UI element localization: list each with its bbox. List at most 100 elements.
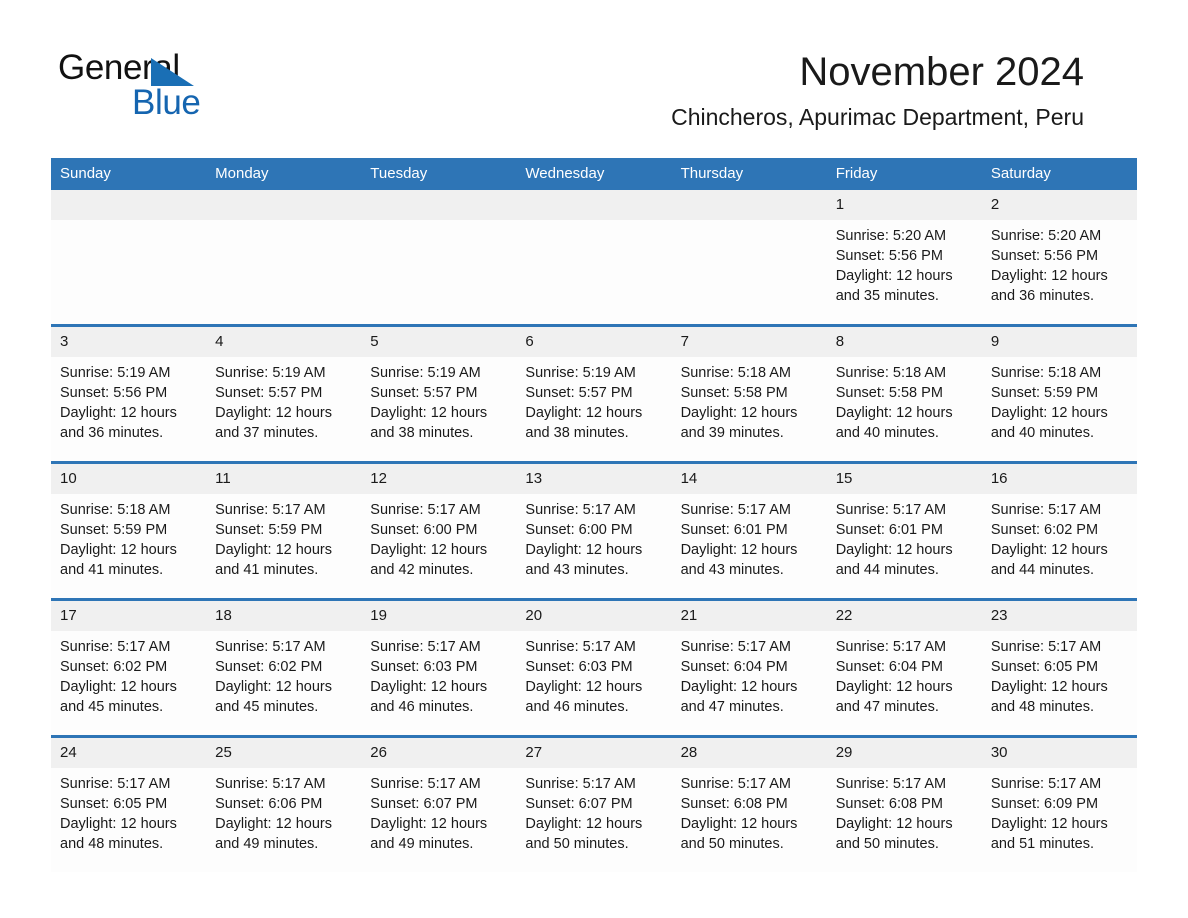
calendar-day-cell[interactable]: 10 Sunrise: 5:18 AM Sunset: 5:59 PM Dayligh… <box>51 461 207 600</box>
day-number: 17 <box>51 601 207 631</box>
calendar-day-cell[interactable]: 3 Sunrise: 5:19 AM Sunset: 5:56 PM Daylight… <box>51 324 207 463</box>
calendar-day-cell[interactable]: 6 Sunrise: 5:19 AM Sunset: 5:57 PM Daylight… <box>516 324 672 463</box>
day-info-line: and 41 minutes. <box>215 562 319 578</box>
weekday-header-thursday: Thursday <box>671 158 827 190</box>
calendar-day-cell[interactable]: 30 Sunrise: 5:17 AM Sunset: 6:09 PM Dayligh… <box>981 735 1137 872</box>
calendar-day-cell[interactable]: 8 Sunrise: 5:18 AM Sunset: 5:58 PM Daylight… <box>826 324 982 463</box>
day-info-line: Sunset: 5:59 PM <box>60 522 168 538</box>
day-info-line: and 41 minutes. <box>60 562 164 578</box>
day-info-line: Sunrise: 5:19 AM <box>60 365 171 381</box>
day-info-line: Daylight: 12 hours <box>990 268 1108 284</box>
day-info-line: Daylight: 12 hours <box>525 405 643 421</box>
day-info-line: Sunrise: 5:17 AM <box>525 639 636 655</box>
day-info-line: Sunrise: 5:17 AM <box>990 639 1102 655</box>
day-number: 1 <box>826 190 982 220</box>
calendar-day-cell[interactable]: 18 Sunrise: 5:17 AM Sunset: 6:02 PM Dayligh… <box>206 598 362 737</box>
calendar-day-cell[interactable]: 2 Sunrise: 5:20 AM Sunset: 5:56 PM Daylight… <box>981 190 1137 326</box>
day-info-line: and 37 minutes. <box>215 425 319 441</box>
day-cell-details: Sunrise: 5:18 AM Sunset: 5:58 PM Daylight:… <box>672 357 827 461</box>
day-info-line: Sunrise: 5:19 AM <box>370 365 481 381</box>
day-info-line: and 44 minutes. <box>835 562 939 578</box>
calendar-day-cell[interactable]: 15 Sunrise: 5:17 AM Sunset: 6:01 PM Dayligh… <box>826 461 982 600</box>
day-info-line: Sunrise: 5:19 AM <box>215 365 326 381</box>
day-info-line: Daylight: 12 hours <box>370 542 488 558</box>
day-cell-details <box>516 220 671 324</box>
day-info-line: and 35 minutes. <box>835 288 939 304</box>
calendar-day-cell[interactable]: 28 Sunrise: 5:17 AM Sunset: 6:08 PM Dayligh… <box>671 735 827 872</box>
day-cell-details: Sunrise: 5:17 AM Sunset: 6:03 PM Daylight:… <box>361 631 516 735</box>
day-info-line: and 48 minutes. <box>60 836 164 852</box>
day-cell-details <box>51 220 206 324</box>
calendar-day-cell[interactable]: 21 Sunrise: 5:17 AM Sunset: 6:04 PM Dayligh… <box>671 598 827 737</box>
day-number: 29 <box>826 738 982 768</box>
calendar-day-cell[interactable]: 5 Sunrise: 5:19 AM Sunset: 5:57 PM Daylight… <box>361 324 517 463</box>
day-info-line: Sunset: 6:04 PM <box>680 659 788 675</box>
calendar-day-cell[interactable]: 11 Sunrise: 5:17 AM Sunset: 5:59 PM Dayligh… <box>206 461 362 600</box>
day-info-line: Daylight: 12 hours <box>680 816 798 832</box>
day-info-line: Sunrise: 5:17 AM <box>215 776 326 792</box>
day-cell-details: Sunrise: 5:17 AM Sunset: 6:01 PM Daylight:… <box>672 494 827 598</box>
day-info-line: Daylight: 12 hours <box>835 679 953 695</box>
calendar-day-cell[interactable]: 1 Sunrise: 5:20 AM Sunset: 5:56 PM Daylight… <box>826 190 982 326</box>
calendar-day-cell[interactable]: 4 Sunrise: 5:19 AM Sunset: 5:57 PM Daylight… <box>206 324 362 463</box>
day-info-line: Sunrise: 5:17 AM <box>370 639 481 655</box>
calendar-page: General Blue November 2024 Chincheros, A… <box>0 0 1188 918</box>
day-info-line: Sunset: 6:09 PM <box>990 796 1099 812</box>
day-info-line: Sunrise: 5:17 AM <box>60 776 171 792</box>
day-info-line: Sunrise: 5:17 AM <box>835 776 947 792</box>
day-number: 27 <box>516 738 672 768</box>
day-number: 12 <box>361 464 517 494</box>
day-info-line: Sunrise: 5:17 AM <box>680 639 791 655</box>
day-info-line: Sunrise: 5:18 AM <box>60 502 171 518</box>
logo-text-general: General <box>58 48 180 87</box>
calendar-day-cell[interactable]: 13 Sunrise: 5:17 AM Sunset: 6:00 PM Dayligh… <box>516 461 672 600</box>
day-cell-details <box>361 220 516 324</box>
day-number: 23 <box>981 601 1137 631</box>
day-number: 18 <box>206 601 362 631</box>
calendar-day-cell[interactable]: 27 Sunrise: 5:17 AM Sunset: 6:07 PM Dayligh… <box>516 735 672 872</box>
calendar-day-cell[interactable]: 25 Sunrise: 5:17 AM Sunset: 6:06 PM Dayligh… <box>206 735 362 872</box>
day-cell-details: Sunrise: 5:18 AM Sunset: 5:59 PM Daylight:… <box>51 494 206 598</box>
calendar-day-cell[interactable]: 19 Sunrise: 5:17 AM Sunset: 6:03 PM Dayligh… <box>361 598 517 737</box>
calendar-day-cell[interactable]: 24 Sunrise: 5:17 AM Sunset: 6:05 PM Dayligh… <box>51 735 207 872</box>
day-info-line: Sunrise: 5:17 AM <box>525 502 636 518</box>
day-info-line: Daylight: 12 hours <box>835 405 953 421</box>
day-number: 15 <box>826 464 982 494</box>
day-info-line: and 42 minutes. <box>370 562 474 578</box>
calendar-day-cell[interactable]: 7 Sunrise: 5:18 AM Sunset: 5:58 PM Daylight… <box>671 324 827 463</box>
calendar-day-cell[interactable]: 26 Sunrise: 5:17 AM Sunset: 6:07 PM Dayligh… <box>361 735 517 872</box>
calendar-day-cell[interactable]: 12 Sunrise: 5:17 AM Sunset: 6:00 PM Dayligh… <box>361 461 517 600</box>
day-info-line: Daylight: 12 hours <box>60 405 177 421</box>
calendar-day-cell[interactable]: 16 Sunrise: 5:17 AM Sunset: 6:02 PM Dayligh… <box>981 461 1137 600</box>
calendar-day-cell[interactable]: 17 Sunrise: 5:17 AM Sunset: 6:02 PM Dayligh… <box>51 598 207 737</box>
day-info-line: and 43 minutes. <box>525 562 629 578</box>
day-cell-details: Sunrise: 5:17 AM Sunset: 6:04 PM Daylight:… <box>672 631 827 735</box>
day-info-line: Sunrise: 5:20 AM <box>835 228 947 244</box>
day-cell-details: Sunrise: 5:18 AM Sunset: 5:58 PM Daylight:… <box>827 357 982 461</box>
calendar-day-cell[interactable]: 22 Sunrise: 5:17 AM Sunset: 6:04 PM Dayligh… <box>826 598 982 737</box>
day-info-line: Sunrise: 5:17 AM <box>60 639 171 655</box>
calendar-day-cell[interactable]: 14 Sunrise: 5:17 AM Sunset: 6:01 PM Dayligh… <box>671 461 827 600</box>
day-cell-details: Sunrise: 5:17 AM Sunset: 6:06 PM Daylight:… <box>206 768 361 872</box>
day-info-line: Sunset: 5:59 PM <box>215 522 323 538</box>
weekday-header-wednesday: Wednesday <box>516 158 672 190</box>
day-cell-details: Sunrise: 5:17 AM Sunset: 5:59 PM Daylight:… <box>206 494 361 598</box>
day-cell-details: Sunrise: 5:20 AM Sunset: 5:56 PM Daylight:… <box>827 220 982 324</box>
day-info-line: Daylight: 12 hours <box>215 542 333 558</box>
day-info-line: Sunrise: 5:17 AM <box>370 776 481 792</box>
day-info-line: Sunset: 5:57 PM <box>215 385 323 401</box>
calendar-day-cell[interactable]: 29 Sunrise: 5:17 AM Sunset: 6:08 PM Dayligh… <box>826 735 982 872</box>
day-info-line: Sunrise: 5:18 AM <box>680 365 791 381</box>
calendar-empty-cell <box>206 190 362 326</box>
day-info-line: Sunset: 6:05 PM <box>990 659 1099 675</box>
calendar-day-cell[interactable]: 20 Sunrise: 5:17 AM Sunset: 6:03 PM Dayligh… <box>516 598 672 737</box>
day-number <box>671 190 827 220</box>
day-cell-details: Sunrise: 5:17 AM Sunset: 6:02 PM Daylight:… <box>206 631 361 735</box>
calendar-body: 1 Sunrise: 5:20 AM Sunset: 5:56 PM Daylight… <box>51 190 1137 872</box>
calendar-day-cell[interactable]: 9 Sunrise: 5:18 AM Sunset: 5:59 PM Daylight… <box>981 324 1137 463</box>
day-number: 28 <box>671 738 827 768</box>
calendar-day-cell[interactable]: 23 Sunrise: 5:17 AM Sunset: 6:05 PM Dayligh… <box>981 598 1137 737</box>
day-cell-details: Sunrise: 5:17 AM Sunset: 6:04 PM Daylight:… <box>827 631 982 735</box>
day-info-line: Daylight: 12 hours <box>835 268 953 284</box>
day-info-line: and 48 minutes. <box>990 699 1095 715</box>
